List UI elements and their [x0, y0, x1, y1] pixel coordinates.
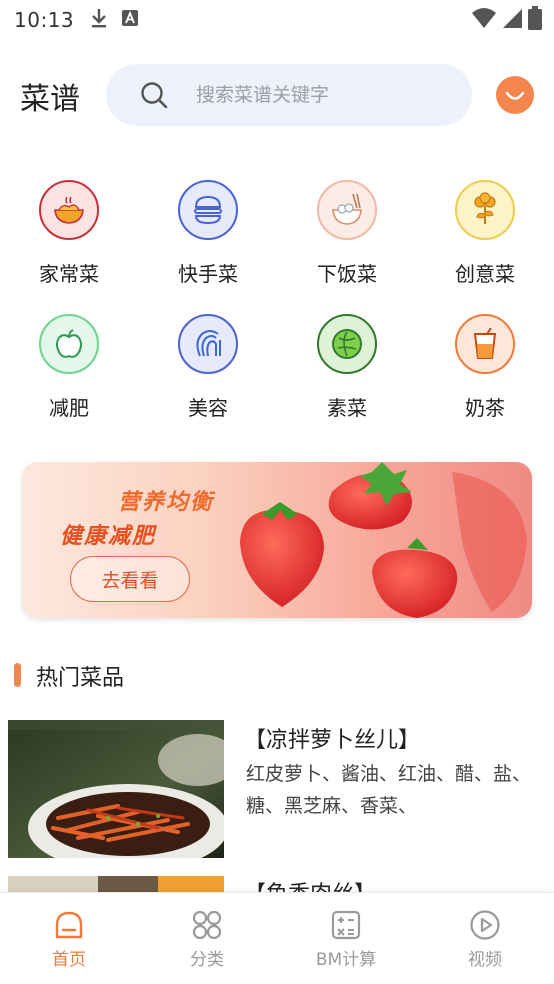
rice-bowl-icon — [317, 180, 377, 240]
download-icon — [90, 7, 108, 33]
page-title: 菜谱 — [20, 82, 80, 117]
tab-label: 首页 — [52, 950, 86, 970]
bowl-icon — [39, 180, 99, 240]
avatar[interactable] — [496, 76, 534, 114]
battery-icon — [528, 6, 542, 34]
signal-icon — [502, 7, 522, 33]
play-icon — [469, 909, 501, 941]
home-icon — [53, 909, 85, 941]
header: 菜谱 — [0, 62, 554, 128]
calculator-icon — [330, 909, 362, 941]
grid-icon — [191, 909, 223, 941]
category-milk-tea[interactable]: 奶茶 — [425, 308, 545, 428]
category-quick[interactable]: 快手菜 — [148, 174, 268, 294]
category-label: 减肥 — [49, 396, 89, 420]
recipe-thumbnail[interactable] — [8, 720, 224, 858]
apple-icon — [39, 314, 99, 374]
wifi-icon — [472, 7, 496, 33]
category-label: 家常菜 — [39, 262, 99, 286]
tab-label: BM计算 — [315, 950, 377, 970]
banner-subheadline: 健康减肥 — [60, 524, 157, 549]
bulb-leaf-icon — [455, 180, 515, 240]
category-home-cooking[interactable]: 家常菜 — [9, 174, 129, 294]
status-bar: 10:13 — [0, 0, 554, 40]
recipe-title: 【鱼香肉丝】 — [244, 876, 376, 892]
section-title: 热门菜品 — [36, 666, 125, 691]
category-slimming[interactable]: 减肥 — [9, 308, 129, 428]
search-input[interactable] — [196, 64, 456, 126]
search-bar[interactable] — [106, 64, 472, 126]
section-accent-bar — [14, 663, 21, 687]
tab-label: 分类 — [190, 950, 224, 970]
tab-category[interactable]: 分类 — [138, 893, 276, 984]
a-notification-icon — [122, 10, 139, 30]
category-label: 美容 — [188, 396, 228, 420]
burger-icon — [178, 180, 238, 240]
category-label: 素菜 — [327, 396, 367, 420]
promo-banner[interactable]: 营养均衡 健康减肥 去看看 — [22, 462, 532, 618]
bottom-tab-bar: 首页 分类 BM计算 视频 — [0, 892, 554, 984]
milk-tea-icon — [455, 314, 515, 374]
recipe-title: 【凉拌萝卜丝儿】 — [244, 728, 421, 753]
strawberry-image — [240, 462, 527, 618]
recipe-thumbnail[interactable] — [8, 876, 224, 892]
search-icon — [140, 81, 168, 109]
recipe-list-item[interactable]: 【鱼香肉丝】 — [8, 876, 554, 892]
recipe-list-item[interactable]: 【凉拌萝卜丝儿】 红皮萝卜、酱油、红油、醋、盐、糖、黑芝麻、香菜、 — [8, 720, 554, 860]
category-label: 快手菜 — [178, 262, 238, 286]
tab-home[interactable]: 首页 — [0, 893, 138, 984]
banner-cta-button[interactable]: 去看看 — [70, 556, 190, 602]
tab-video[interactable]: 视频 — [416, 893, 554, 984]
smile-icon — [505, 91, 525, 100]
status-time: 10:13 — [14, 8, 75, 32]
category-rice-dishes[interactable]: 下饭菜 — [287, 174, 407, 294]
face-icon — [178, 314, 238, 374]
recipe-ingredients: 红皮萝卜、酱油、红油、醋、盐、糖、黑芝麻、香菜、 — [246, 763, 532, 817]
category-label: 奶茶 — [465, 396, 505, 420]
category-label: 创意菜 — [455, 262, 515, 286]
category-label: 下饭菜 — [317, 262, 377, 286]
tab-label: 视频 — [468, 950, 502, 970]
category-creative[interactable]: 创意菜 — [425, 174, 545, 294]
category-beauty[interactable]: 美容 — [148, 308, 268, 428]
tab-bm-calculator[interactable]: BM计算 — [277, 893, 415, 984]
category-vegetarian[interactable]: 素菜 — [287, 308, 407, 428]
cabbage-icon — [317, 314, 377, 374]
banner-headline: 营养均衡 — [118, 490, 215, 515]
